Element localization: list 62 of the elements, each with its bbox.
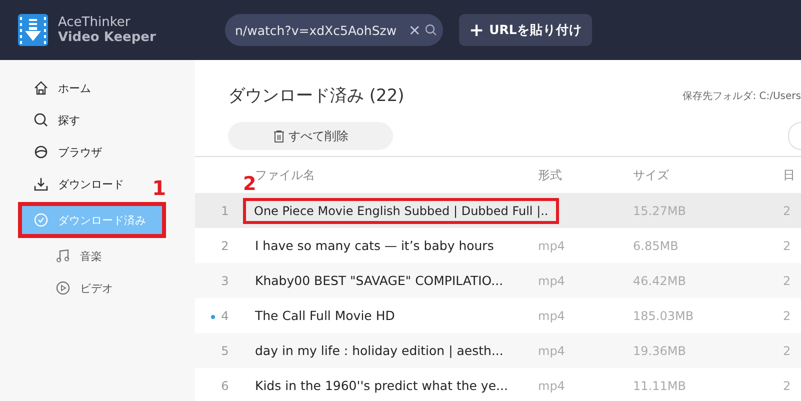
trash-icon — [272, 130, 284, 142]
table-row[interactable]: 1 One Piece Movie English Subbed | Dubbed Full |.. 15.27MB 2 — [195, 193, 801, 228]
url-field[interactable]: n/watch?v=xdXc5AohSzw × — [225, 14, 443, 46]
table-row[interactable]: 5 day in my life : holiday edition | aesth... mp4 19.36MB 2 — [195, 333, 801, 368]
format-cell: mp4 — [538, 378, 565, 392]
check-circle-icon — [34, 213, 48, 227]
row-number: 4 — [221, 308, 229, 322]
date-cell: 2 — [783, 274, 791, 288]
folder-path: 保存先フォルダ: C:/Users — [682, 90, 801, 102]
row-number: 3 — [221, 274, 229, 288]
column-header[interactable]: 形式 — [538, 166, 633, 184]
sidebar-item[interactable]: ビデオ — [44, 274, 134, 302]
sidebar-item[interactable]: 音楽 — [44, 242, 134, 270]
date-cell: 2 — [783, 238, 791, 252]
search-icon[interactable] — [425, 24, 437, 36]
sidebar-item[interactable]: ダウンロード — [22, 170, 134, 198]
row-number: 5 — [221, 344, 229, 358]
clear-button[interactable]: × — [408, 21, 421, 39]
date-cell: 2 — [783, 204, 791, 218]
row-number: 2 — [221, 238, 229, 252]
search-icon — [34, 113, 48, 127]
sidebar-item[interactable]: ホーム — [22, 74, 134, 102]
music-note-icon — [56, 249, 70, 263]
product-name: Video Keeper — [58, 30, 157, 45]
column-header[interactable]: ファイル名 — [255, 166, 538, 184]
format-cell: mp4 — [538, 238, 565, 252]
file-name: Khaby00 BEST "SAVAGE" COMPILATIO... — [255, 273, 504, 288]
date-cell: 2 — [783, 344, 791, 358]
size-cell: 11.11MB — [633, 378, 686, 392]
row-number: 6 — [221, 378, 229, 392]
size-cell: 19.36MB — [633, 344, 686, 358]
download-icon — [34, 177, 48, 191]
row-number: 1 — [221, 204, 229, 218]
globe-icon — [34, 145, 48, 159]
play-icon — [56, 281, 70, 295]
sidebar-item[interactable]: 探す — [22, 106, 134, 134]
file-name: One Piece Movie English Subbed | Dubbed Full |.. — [254, 204, 548, 218]
size-cell: 6.85MB — [633, 238, 678, 252]
logo-icon — [18, 14, 48, 46]
size-cell: 185.03MB — [633, 308, 694, 322]
file-name: I have so many cats — it’s baby hours — [255, 238, 494, 253]
date-cell: 2 — [783, 308, 791, 322]
paste-url-button[interactable]: + URLを貼り付け — [459, 14, 592, 46]
page-title: ダウンロード済み (22) — [228, 85, 404, 107]
format-cell: mp4 — [538, 274, 565, 288]
brand-name: AceThinker — [58, 15, 132, 30]
annotation-number: 2 — [243, 173, 256, 195]
format-cell: mp4 — [538, 308, 565, 322]
annotation-number: 1 — [152, 176, 166, 200]
sidebar-item[interactable]: ブラウザ — [22, 138, 134, 166]
size-cell: 15.27MB — [633, 204, 686, 218]
file-name: The Call Full Movie HD — [255, 308, 395, 323]
size-cell: 46.42MB — [633, 274, 686, 288]
home-icon — [34, 81, 48, 95]
delete-all-button[interactable]: すべて削除 — [228, 122, 393, 150]
date-cell: 2 — [783, 378, 791, 392]
file-name: day in my life : holiday edition | aesth... — [255, 343, 504, 358]
column-header[interactable]: 日 — [783, 166, 801, 184]
file-name: Kids in the 1960''s predict what the ye... — [255, 378, 508, 393]
format-cell: mp4 — [538, 344, 565, 358]
table-row[interactable]: 3 Khaby00 BEST "SAVAGE" COMPILATIO... mp4 46.42MB 2 — [195, 263, 801, 298]
column-header[interactable]: サイズ — [633, 166, 783, 184]
